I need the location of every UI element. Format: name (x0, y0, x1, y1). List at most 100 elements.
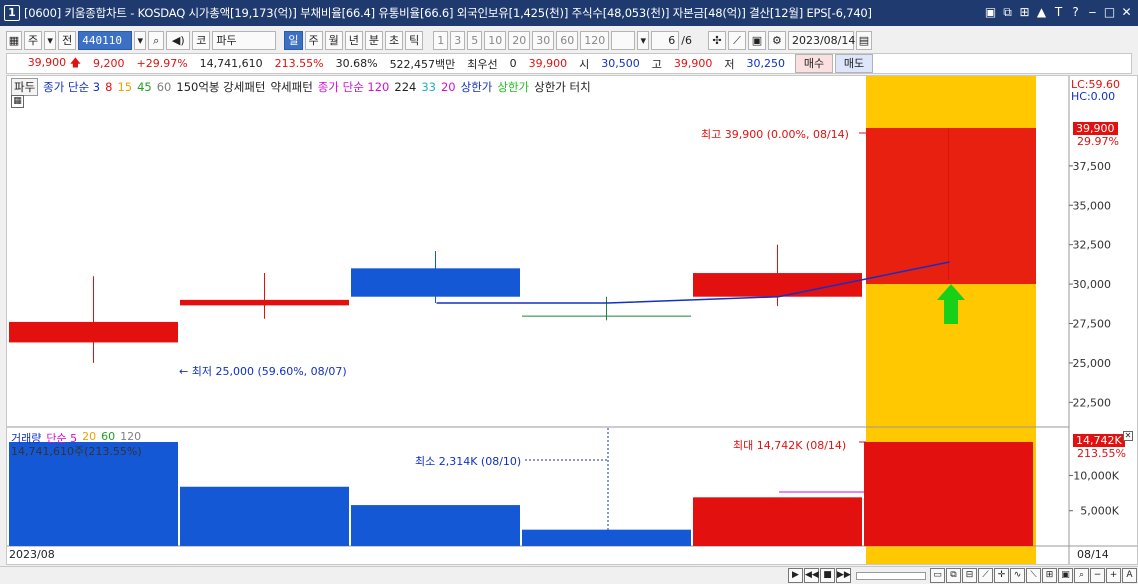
up-arrow-icon[interactable]: ▲ (1034, 3, 1049, 21)
minimize-icon[interactable]: ‒ (1085, 3, 1100, 21)
date-input[interactable]: 2023/08/14 (787, 30, 855, 50)
close-icon[interactable]: ✕ (1119, 3, 1134, 21)
legend-item[interactable]: 약세패턴 (270, 79, 312, 95)
code-dropdown-icon[interactable]: ▾ (134, 30, 147, 50)
chart-type-icon[interactable]: ▦ (6, 30, 22, 50)
interval-30-button[interactable]: 30 (532, 30, 555, 50)
legend-item[interactable]: 종가 단순 3 (43, 79, 100, 95)
interval-custom-select[interactable] (611, 30, 636, 50)
interval-20-button[interactable]: 20 (508, 30, 531, 50)
chevron-down-icon[interactable]: ▾ (637, 30, 650, 50)
stop-icon[interactable]: ■ (820, 568, 835, 583)
scrollbar-track[interactable] (856, 571, 926, 580)
range-select[interactable]: 전 (58, 30, 77, 50)
zoom-out-icon[interactable]: − (1090, 568, 1105, 583)
period-second-button[interactable]: 초 (385, 30, 404, 50)
period-tick-button[interactable]: 틱 (405, 30, 424, 50)
close-icon[interactable]: ✕ (1123, 431, 1133, 441)
legend-item[interactable]: 224 (394, 80, 416, 94)
save-icon[interactable]: ▣ (747, 30, 766, 50)
diagonal-icon[interactable]: ⟋ (978, 568, 993, 583)
chart-candle (9, 321, 178, 343)
legend-item[interactable]: 상한가 (461, 79, 493, 95)
crosshair-icon[interactable]: ✣ (707, 30, 726, 50)
interval-5-button[interactable]: 5 (467, 30, 483, 50)
zoom-in-icon[interactable]: + (1106, 568, 1121, 583)
sell-button[interactable]: 매도 (835, 54, 874, 73)
wave-icon[interactable]: ∿ (1010, 568, 1025, 583)
legend-item[interactable]: 종가 단순 120 (318, 79, 390, 95)
interval-3-button[interactable]: 3 (450, 30, 466, 50)
grid-icon[interactable]: ⊞ (1017, 3, 1032, 21)
volume-value: 14,741,610 (199, 57, 263, 70)
calendar-icon[interactable]: ▤ (855, 30, 872, 50)
legend-item[interactable]: 8 (105, 80, 112, 94)
current-price: 39,900 🡅 (7, 54, 87, 73)
volume-max-annotation: 최대 14,742K (08/14) (733, 439, 847, 452)
sound-icon[interactable]: ◀) (166, 30, 191, 50)
chart-candle (522, 315, 691, 317)
scroll-end-icon[interactable]: ▶▶ (836, 568, 851, 583)
legend-item[interactable]: 33 (421, 80, 436, 94)
page-input[interactable]: 6 (651, 30, 680, 50)
legend-item[interactable]: 150억봉 강세패턴 (176, 79, 265, 95)
fit-icon[interactable]: ⊟ (962, 568, 977, 583)
font-size-icon[interactable]: A (1122, 568, 1137, 583)
ruler-icon[interactable]: ⊞ (1042, 568, 1057, 583)
copy-icon[interactable]: ⧉ (946, 568, 961, 583)
period-minute-button[interactable]: 분 (364, 30, 383, 50)
zoom-icon[interactable]: ⌕ (1074, 568, 1089, 583)
crosshair-icon[interactable]: ✛ (994, 568, 1009, 583)
table-icon[interactable]: ▦ (11, 95, 24, 108)
period-day-button[interactable]: 일 (284, 30, 303, 50)
chart-area[interactable]: 5,000K 10,000K 22,500 25,000 27,500 30,000 32… (6, 75, 1138, 565)
maximize-icon[interactable]: □ (1102, 3, 1117, 21)
chevron-down-icon[interactable]: ▾ (44, 30, 57, 50)
quote-bar: 39,900 🡅 9,200 +29.97% 14,741,610 213.55… (6, 53, 1132, 74)
legend-item[interactable]: 15 (117, 80, 132, 94)
settings-icon[interactable]: ⚙ (767, 30, 786, 50)
slash-icon[interactable]: ⟍ (1026, 568, 1041, 583)
scroll-start-icon[interactable]: ◀◀ (804, 568, 819, 583)
volume-min-annotation: 최소 2,314K (08/10) (415, 455, 522, 468)
price-tick-label: 37,500 (1073, 160, 1112, 173)
volume-bars-group: 5,000K 10,000K (9, 442, 1120, 546)
layout-icon[interactable]: ▣ (983, 3, 998, 21)
legend-item[interactable]: 상한가 터치 (534, 79, 591, 95)
legend-item[interactable]: 상한가 (497, 79, 529, 95)
interval-10-button[interactable]: 10 (484, 30, 507, 50)
draw-tool-icon[interactable]: ⟋ (727, 30, 746, 50)
window-number-badge[interactable]: 1 (4, 5, 20, 21)
price-tick-label: 32,500 (1073, 239, 1112, 252)
period-month-button[interactable]: 월 (324, 30, 343, 50)
text-icon[interactable]: T (1051, 3, 1066, 21)
title-bar: 1 [0600] 키움종합차트 - KOSDAQ 시가총액[19,173(억)]… (0, 0, 1138, 26)
search-icon[interactable]: ⌕ (148, 30, 165, 50)
stock-code-input[interactable]: 440110 (78, 30, 133, 50)
hc-label: HC:0.00 (1071, 90, 1116, 103)
legend-tab[interactable]: 파두 (11, 78, 39, 96)
legend-item[interactable]: 45 (137, 80, 152, 94)
period-type-select[interactable]: 주 (24, 30, 43, 50)
legend-item[interactable]: 60 (157, 80, 172, 94)
chart-svg[interactable]: 5,000K 10,000K 22,500 25,000 27,500 30,000 32… (7, 76, 1137, 564)
help-icon[interactable]: ? (1068, 3, 1083, 21)
scroll-right-icon[interactable]: ▶ (788, 568, 803, 583)
chart-volume-bar (351, 505, 520, 546)
legend-item[interactable]: 20 (441, 80, 456, 94)
copy-window-icon[interactable]: ⧉ (1000, 3, 1015, 21)
interval-1-button[interactable]: 1 (433, 30, 449, 50)
zoom-box-icon[interactable]: ▭ (930, 568, 945, 583)
price-tick-label: 27,500 (1073, 318, 1112, 331)
open-price: 30,500 (601, 57, 640, 70)
camera-icon[interactable]: ▣ (1058, 568, 1073, 583)
period-year-button[interactable]: 년 (344, 30, 363, 50)
change-percent: +29.97% (136, 57, 188, 70)
period-week-button[interactable]: 주 (304, 30, 323, 50)
interval-120-button[interactable]: 120 (580, 30, 610, 50)
price-pct: 29.97% (1077, 135, 1119, 148)
price-tick-label: 22,500 (1073, 396, 1112, 409)
buy-button[interactable]: 매수 (795, 54, 834, 73)
stock-name-field[interactable]: 파두 (212, 30, 277, 50)
interval-60-button[interactable]: 60 (556, 30, 579, 50)
